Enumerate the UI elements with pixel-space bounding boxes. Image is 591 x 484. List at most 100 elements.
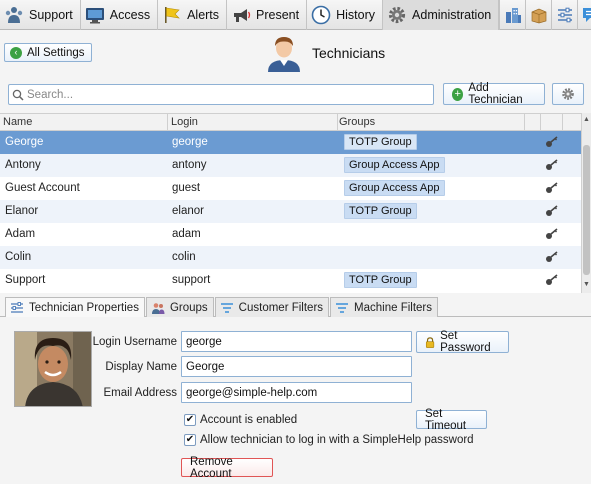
page-header: Technicians (266, 34, 385, 72)
tab-support[interactable]: Support (0, 0, 81, 30)
column-login[interactable]: Login (171, 116, 198, 128)
gear-icon (387, 5, 407, 25)
detail-tabs: Technician Properties Groups Customer Fi… (0, 297, 591, 317)
set-timeout-button[interactable]: Set Timeout (416, 407, 487, 432)
tab-history[interactable]: History (307, 0, 384, 30)
tab-access-label: Access (109, 8, 151, 22)
technician-name: Antony (5, 159, 41, 171)
package-button[interactable] (525, 0, 551, 30)
group-badge: TOTP Group (344, 203, 417, 219)
tab-technician-properties-label: Technician Properties (29, 301, 139, 314)
key-icon (545, 228, 559, 243)
search-input[interactable] (27, 88, 427, 101)
chat-button[interactable] (577, 0, 591, 30)
tab-alerts[interactable]: Alerts (158, 0, 228, 30)
set-password-button[interactable]: Set Password (416, 330, 509, 354)
checkmark-icon: ✔ (184, 414, 196, 426)
tab-present[interactable]: Present (227, 0, 308, 30)
properties-icon (10, 301, 24, 314)
filter-icon (335, 302, 349, 314)
group-badge: Group Access App (344, 180, 445, 196)
column-divider[interactable] (524, 114, 525, 131)
table-row[interactable]: Elanor elanor TOTP Group (0, 200, 581, 223)
table-row[interactable]: Guest Account guest Group Access App (0, 177, 581, 200)
column-divider[interactable] (562, 114, 563, 131)
tab-support-label: Support (29, 8, 73, 22)
scroll-up-icon[interactable]: ▲ (583, 116, 590, 123)
table-row[interactable]: Colin colin (0, 246, 581, 269)
lock-icon (425, 336, 435, 348)
all-settings-button[interactable]: ‹ All Settings (4, 43, 92, 62)
tab-access[interactable]: Access (81, 0, 159, 30)
table-row[interactable]: George george TOTP Group (0, 131, 581, 154)
tab-customer-filters[interactable]: Customer Filters (214, 297, 330, 317)
tab-history-label: History (336, 8, 376, 22)
tab-machine-filters[interactable]: Machine Filters (330, 297, 438, 317)
table-scrollbar[interactable]: ▲ ▼ (581, 113, 591, 293)
chat-icon (582, 8, 591, 22)
gear-icon (562, 88, 574, 100)
plus-icon: + (452, 87, 464, 101)
account-enabled-checkbox[interactable]: ✔ Account is enabled (184, 414, 297, 426)
buildings-button[interactable] (499, 0, 525, 30)
support-icon (4, 5, 24, 25)
group-badge: Group Access App (344, 157, 445, 173)
key-icon (545, 251, 559, 266)
back-arrow-icon: ‹ (10, 46, 22, 59)
technician-name: Adam (5, 228, 36, 240)
tab-technician-properties[interactable]: Technician Properties (5, 297, 145, 317)
tab-machine-filters-label: Machine Filters (354, 301, 432, 314)
technicians-table: George george TOTP Group Antony antony G… (0, 131, 581, 293)
technician-name: Elanor (5, 205, 39, 217)
technician-name: Colin (5, 251, 32, 263)
table-header: Name Login Groups (0, 113, 581, 131)
set-password-label: Set Password (440, 330, 491, 354)
login-username-field[interactable] (181, 331, 412, 352)
table-row[interactable]: Adam adam (0, 223, 581, 246)
set-timeout-label: Set Timeout (425, 407, 467, 432)
key-icon (545, 182, 559, 197)
scrollbar-thumb[interactable] (583, 145, 590, 275)
tab-groups[interactable]: Groups (145, 297, 214, 317)
technician-name: George (5, 136, 44, 148)
page-title: Technicians (312, 45, 386, 61)
key-icon (545, 205, 559, 220)
column-groups[interactable]: Groups (339, 116, 375, 128)
settings-button[interactable] (552, 83, 584, 105)
tab-present-label: Present (256, 8, 300, 22)
key-icon (545, 159, 559, 174)
top-navigation: Support Access Alerts Present History Ad… (0, 0, 591, 30)
tab-administration[interactable]: Administration (383, 0, 500, 30)
package-icon (531, 8, 547, 24)
column-name[interactable]: Name (3, 116, 32, 128)
technician-login: support (172, 274, 211, 286)
email-address-field[interactable] (181, 382, 412, 403)
group-badge: TOTP Group (344, 134, 417, 150)
login-username-label: Login Username (92, 336, 177, 348)
allow-password-login-label: Allow technician to log in with a Simple… (200, 434, 474, 446)
key-icon (545, 136, 559, 151)
column-divider[interactable] (167, 114, 168, 131)
tab-alerts-label: Alerts (187, 8, 220, 22)
column-divider[interactable] (337, 114, 338, 131)
remove-account-button[interactable]: Remove Account (181, 455, 273, 480)
tab-groups-label: Groups (169, 301, 208, 314)
technician-login: colin (172, 251, 196, 263)
search-box[interactable] (8, 84, 434, 105)
sliders-button[interactable] (551, 0, 577, 30)
display-name-label: Display Name (105, 361, 177, 373)
search-icon (12, 89, 24, 101)
add-technician-button[interactable]: + Add Technician (443, 82, 545, 106)
technician-login: antony (172, 159, 207, 171)
allow-password-login-checkbox[interactable]: ✔ Allow technician to log in with a Simp… (184, 434, 474, 446)
all-settings-label: All Settings (27, 46, 85, 59)
tab-customer-filters-label: Customer Filters (238, 301, 324, 314)
table-row[interactable]: Antony antony Group Access App (0, 154, 581, 177)
buildings-icon (505, 8, 521, 23)
display-name-field[interactable] (181, 356, 412, 377)
remove-account-label: Remove Account (190, 455, 233, 480)
technician-name: Support (5, 274, 46, 286)
column-divider[interactable] (540, 114, 541, 131)
scroll-down-icon[interactable]: ▼ (583, 281, 590, 288)
table-row[interactable]: Support support TOTP Group (0, 269, 581, 292)
